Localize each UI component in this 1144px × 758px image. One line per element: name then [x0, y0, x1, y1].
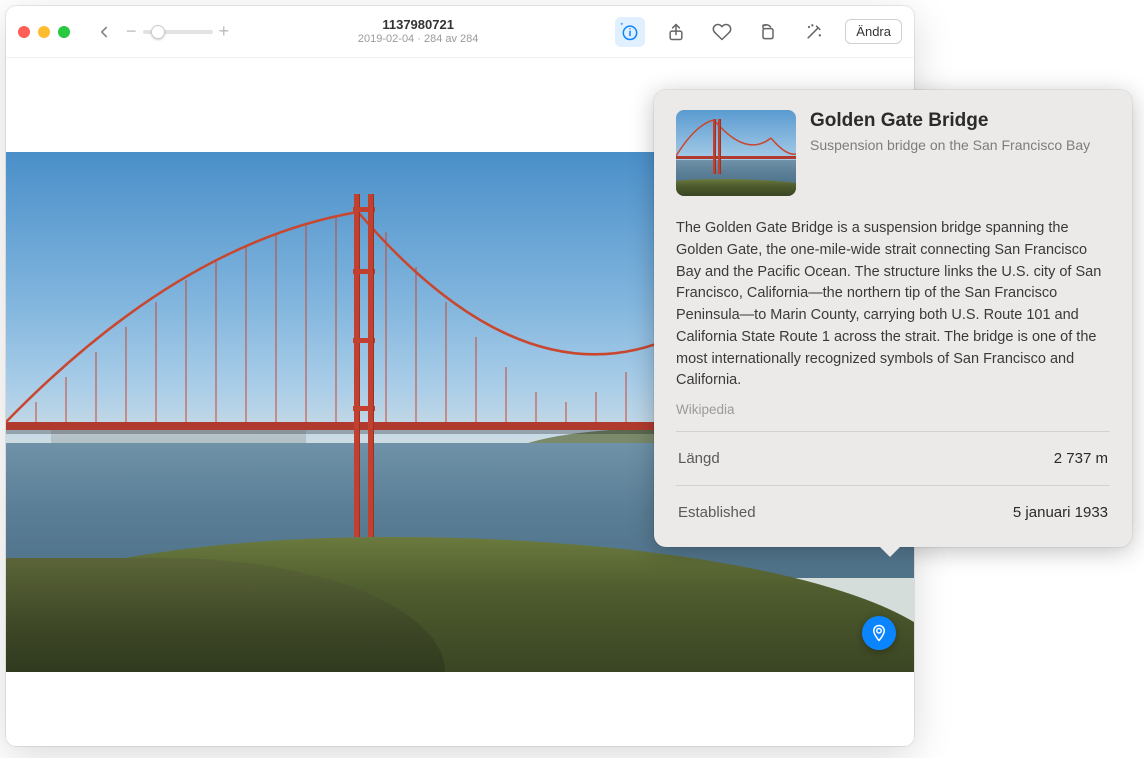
enhance-button[interactable]	[799, 17, 829, 47]
popover-source[interactable]: Wikipedia	[676, 402, 1110, 417]
favorite-button[interactable]	[707, 17, 737, 47]
back-button[interactable]	[90, 18, 118, 46]
zoom-slider[interactable]	[143, 30, 213, 34]
popover-title-block: Golden Gate Bridge Suspension bridge on …	[810, 110, 1090, 196]
popover-description: The Golden Gate Bridge is a suspension b…	[676, 218, 1110, 392]
fullscreen-window-button[interactable]	[58, 26, 70, 38]
rotate-button[interactable]	[753, 17, 783, 47]
photo-date: 2019-02-04	[358, 33, 414, 45]
close-window-button[interactable]	[18, 26, 30, 38]
popover-title: Golden Gate Bridge	[810, 110, 1090, 132]
share-button[interactable]	[661, 17, 691, 47]
photo-counter: 284 av 284	[424, 33, 478, 45]
title-block: 1137980721 2019-02-04 · 284 av 284	[237, 17, 599, 47]
photo-title: 1137980721	[237, 17, 599, 33]
popover-subtitle: Suspension bridge on the San Francisco B…	[810, 136, 1090, 154]
location-pin-button[interactable]	[862, 616, 896, 650]
map-pin-icon	[870, 624, 888, 642]
edit-button[interactable]: Ändra	[845, 19, 902, 44]
row-label: Established	[678, 504, 756, 521]
row-label: Längd	[678, 450, 720, 467]
info-button[interactable]	[615, 17, 645, 47]
zoom-in-icon[interactable]: +	[219, 21, 230, 42]
popover-header: Golden Gate Bridge Suspension bridge on …	[676, 110, 1110, 196]
heart-icon	[712, 22, 732, 42]
info-popover: Golden Gate Bridge Suspension bridge on …	[654, 90, 1132, 547]
share-icon	[666, 22, 686, 42]
popover-thumbnail	[676, 110, 796, 196]
toolbar: Ändra	[615, 17, 902, 47]
zoom-control[interactable]: − +	[126, 21, 229, 42]
window-controls	[18, 26, 70, 38]
photo-subtitle: 2019-02-04 · 284 av 284	[237, 33, 599, 46]
zoom-thumb[interactable]	[151, 25, 165, 39]
chevron-left-icon	[95, 23, 113, 41]
wand-icon	[804, 22, 824, 42]
zoom-out-icon[interactable]: −	[126, 21, 137, 42]
info-sparkle-icon	[620, 22, 640, 42]
minimize-window-button[interactable]	[38, 26, 50, 38]
popover-row-established: Established 5 januari 1933	[676, 485, 1110, 539]
titlebar: − + 1137980721 2019-02-04 · 284 av 284	[6, 6, 914, 58]
rotate-icon	[758, 22, 778, 42]
popover-row-length: Längd 2 737 m	[676, 431, 1110, 485]
row-value: 2 737 m	[1054, 450, 1108, 467]
row-value: 5 januari 1933	[1013, 504, 1108, 521]
